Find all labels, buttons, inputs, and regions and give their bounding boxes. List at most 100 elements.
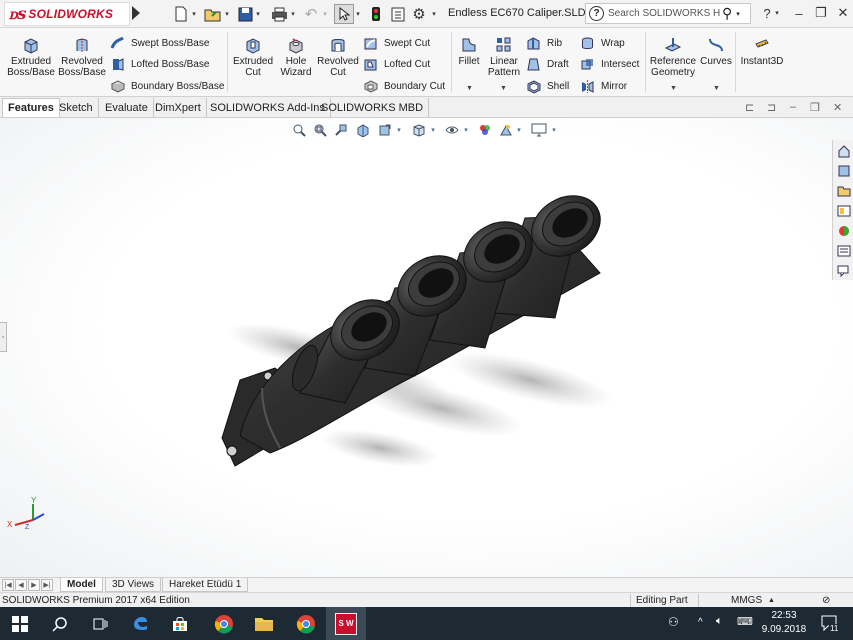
save-icon[interactable] <box>236 4 254 24</box>
prev-tab-icon[interactable]: ◀ <box>15 579 27 591</box>
shell-button[interactable]: Shell <box>526 79 569 94</box>
tab-evaluate[interactable]: Evaluate <box>100 98 154 117</box>
chrome-icon-2[interactable] <box>286 607 326 640</box>
graphics-area[interactable]: ▾ ▾ ▾ ▾ ▾ Y X Z <box>0 118 853 577</box>
tab-addins[interactable]: SOLIDWORKS Add-Ins <box>205 98 331 117</box>
options-dropdown-icon[interactable]: ▾ <box>429 4 439 24</box>
menu-expand-arrow-icon[interactable] <box>132 6 140 20</box>
shell-icon <box>527 80 541 94</box>
linear-pattern-dropdown-icon[interactable]: ▼ <box>500 85 507 92</box>
intake-manifold-model[interactable] <box>221 184 611 467</box>
solidworks-resources-icon[interactable] <box>834 142 853 160</box>
tile-left-icon[interactable]: ⊏ <box>745 101 754 114</box>
feature-manager-handle[interactable]: ◦ <box>0 322 7 352</box>
revolved-cut-label: Revolved Cut <box>317 56 359 78</box>
options-icon[interactable]: ⚙ <box>410 4 428 24</box>
rebuild-status-icon[interactable]: ⊘ <box>822 594 830 607</box>
search-icon[interactable]: ⚲ <box>722 5 732 22</box>
tab-dimxpert[interactable]: DimXpert <box>150 98 207 117</box>
print-dropdown-icon[interactable]: ▾ <box>289 4 297 24</box>
appearances-icon[interactable] <box>834 222 853 240</box>
chrome-icon[interactable] <box>204 607 244 640</box>
mirror-button[interactable]: Mirror <box>580 79 627 94</box>
curves-dropdown-icon[interactable]: ▼ <box>713 85 720 92</box>
linear-pattern-button[interactable]: Linear Pattern <box>485 36 523 78</box>
extruded-cut-button[interactable]: Extruded Cut <box>232 36 274 78</box>
design-library-icon[interactable] <box>834 162 853 180</box>
system-clock[interactable]: 22:53 9.09.2018 <box>760 609 808 637</box>
undo-icon[interactable]: ↶ <box>302 4 320 24</box>
tab-3d-views[interactable]: 3D Views <box>105 578 162 592</box>
first-tab-icon[interactable]: |◀ <box>2 579 14 591</box>
doc-minimize-icon[interactable]: – <box>790 101 796 113</box>
file-explorer-taskbar-icon[interactable] <box>244 607 284 640</box>
file-explorer-icon[interactable] <box>834 182 853 200</box>
open-dropdown-icon[interactable]: ▾ <box>223 4 231 24</box>
doc-close-icon[interactable]: ✕ <box>833 101 842 114</box>
view-palette-icon[interactable] <box>834 202 853 220</box>
tab-sketch[interactable]: Sketch <box>54 98 99 117</box>
units-dropdown-icon[interactable]: ▲ <box>768 594 775 607</box>
boundary-cut-button[interactable]: Boundary Cut <box>363 79 445 94</box>
close-icon[interactable]: ✕ <box>832 3 853 23</box>
restore-icon[interactable]: ❐ <box>810 3 832 23</box>
last-tab-icon[interactable]: ▶| <box>41 579 53 591</box>
tile-right-icon[interactable]: ⊐ <box>767 101 776 114</box>
fillet-button[interactable]: Fillet <box>455 36 483 67</box>
tab-model[interactable]: Model <box>60 578 103 592</box>
swept-boss-button[interactable]: Swept Boss/Base <box>110 36 209 51</box>
revolved-boss-button[interactable]: Revolved Boss/Base <box>58 36 106 78</box>
print-icon[interactable] <box>269 4 289 24</box>
undo-dropdown-icon[interactable]: ▾ <box>321 4 329 24</box>
minimize-icon[interactable]: – <box>788 3 810 23</box>
search-dropdown-icon[interactable]: ▾ <box>736 10 740 18</box>
fillet-dropdown-icon[interactable]: ▼ <box>466 85 473 92</box>
volume-icon[interactable]: 🔈︎ <box>716 615 723 628</box>
tab-motion-study[interactable]: Hareket Etüdü 1 <box>162 578 249 592</box>
lofted-cut-button[interactable]: Lofted Cut <box>363 57 430 72</box>
select-dropdown-icon[interactable]: ▾ <box>354 4 362 24</box>
swept-cut-button[interactable]: Swept Cut <box>363 36 430 51</box>
open-icon[interactable] <box>203 4 223 24</box>
rib-button[interactable]: Rib <box>526 36 562 51</box>
reference-geometry-button[interactable]: Reference Geometry <box>649 36 697 78</box>
custom-properties-icon[interactable] <box>834 242 853 260</box>
extruded-boss-button[interactable]: Extruded Boss/Base <box>6 36 56 78</box>
store-icon[interactable] <box>160 607 200 640</box>
next-tab-icon[interactable]: ▶ <box>28 579 40 591</box>
reference-geometry-dropdown-icon[interactable]: ▼ <box>670 85 677 92</box>
tab-mbd[interactable]: SOLIDWORKS MBD <box>316 98 430 117</box>
lofted-boss-button[interactable]: Lofted Boss/Base <box>110 57 209 72</box>
draft-button[interactable]: Draft <box>526 57 569 72</box>
wrap-button[interactable]: Wrap <box>580 36 625 51</box>
lofted-cut-icon <box>364 59 377 71</box>
help-search-box[interactable]: ? ⚲ ▾ <box>585 3 751 24</box>
help-dropdown-icon[interactable]: ▾ <box>772 3 782 23</box>
save-dropdown-icon[interactable]: ▾ <box>254 4 262 24</box>
file-properties-icon[interactable] <box>389 4 407 24</box>
forum-icon[interactable] <box>834 262 853 280</box>
new-dropdown-icon[interactable]: ▾ <box>190 4 198 24</box>
windows-start-icon[interactable] <box>0 607 40 640</box>
curves-button[interactable]: Curves <box>700 36 732 67</box>
tab-features[interactable]: Features <box>2 98 60 117</box>
revolved-cut-button[interactable]: Revolved Cut <box>316 36 360 78</box>
search-icon[interactable] <box>40 607 80 640</box>
people-icon[interactable]: ⚇ <box>668 615 679 629</box>
doc-restore-icon[interactable]: ❐ <box>810 101 820 114</box>
select-icon[interactable] <box>334 4 354 24</box>
instant3d-button[interactable]: Instant3D <box>740 36 784 67</box>
edge-browser-icon[interactable] <box>120 607 160 640</box>
rebuild-icon[interactable] <box>367 4 385 24</box>
new-document-icon[interactable] <box>172 4 190 24</box>
keyboard-icon[interactable]: ⌨ <box>737 615 753 628</box>
show-hidden-icons-icon[interactable]: ^ <box>698 617 703 628</box>
solidworks-taskbar-icon[interactable]: S W <box>326 607 366 640</box>
task-view-icon[interactable] <box>80 607 120 640</box>
hole-wizard-button[interactable]: Hole Wizard <box>276 36 316 78</box>
solidworks-logo[interactable]: ꭰꜱ SOLIDWORKS <box>4 2 130 26</box>
boundary-boss-button[interactable]: Boundary Boss/Base <box>110 79 224 94</box>
help-search-input[interactable] <box>608 8 720 19</box>
status-units[interactable]: MMGS <box>731 594 762 607</box>
intersect-button[interactable]: Intersect <box>580 57 639 72</box>
